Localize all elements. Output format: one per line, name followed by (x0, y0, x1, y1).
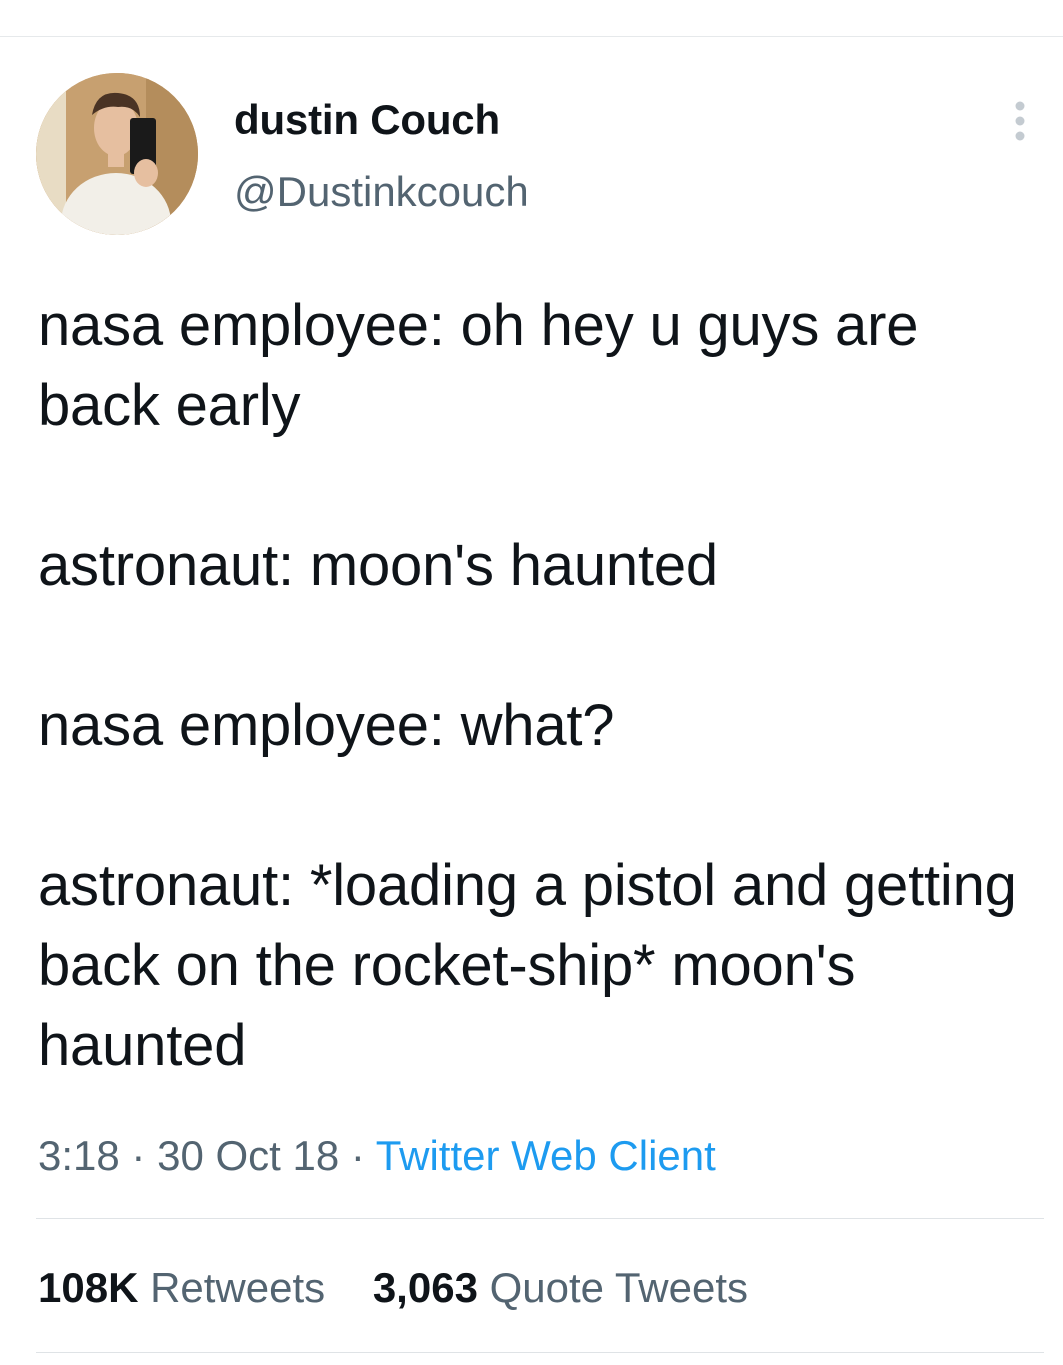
quote-tweets-label: Quote Tweets (489, 1264, 748, 1311)
avatar[interactable] (36, 73, 198, 235)
tweet-source-link[interactable]: Twitter Web Client (376, 1132, 716, 1179)
divider (36, 1218, 1044, 1219)
tweet-stats: 108K Retweets 3,063 Quote Tweets (38, 1260, 784, 1316)
retweets-label: Retweets (150, 1264, 326, 1311)
author-name[interactable]: dustin Couch (234, 96, 500, 144)
meta-separator: · (350, 1132, 365, 1179)
tweet-date[interactable]: 30 Oct 18 (157, 1132, 339, 1179)
tweet-time[interactable]: 3:18 (38, 1132, 120, 1179)
divider (36, 1352, 1044, 1353)
more-options-button[interactable] (1000, 96, 1040, 146)
meta-separator: · (131, 1132, 146, 1179)
more-vertical-icon (1015, 101, 1025, 141)
retweets-count: 108K (38, 1264, 139, 1311)
tweet-text: nasa employee: oh hey u guys are back ea… (38, 293, 1017, 1078)
author-handle[interactable]: @Dustinkcouch (234, 168, 529, 216)
tweet-meta: 3:18 · 30 Oct 18 · Twitter Web Client (38, 1128, 716, 1184)
top-divider (0, 36, 1063, 37)
quote-tweets-stat[interactable]: 3,063 Quote Tweets (373, 1260, 748, 1316)
quote-tweets-count: 3,063 (372, 1264, 478, 1311)
retweets-stat[interactable]: 108K Retweets (38, 1260, 325, 1316)
avatar-photo-icon (36, 73, 198, 235)
